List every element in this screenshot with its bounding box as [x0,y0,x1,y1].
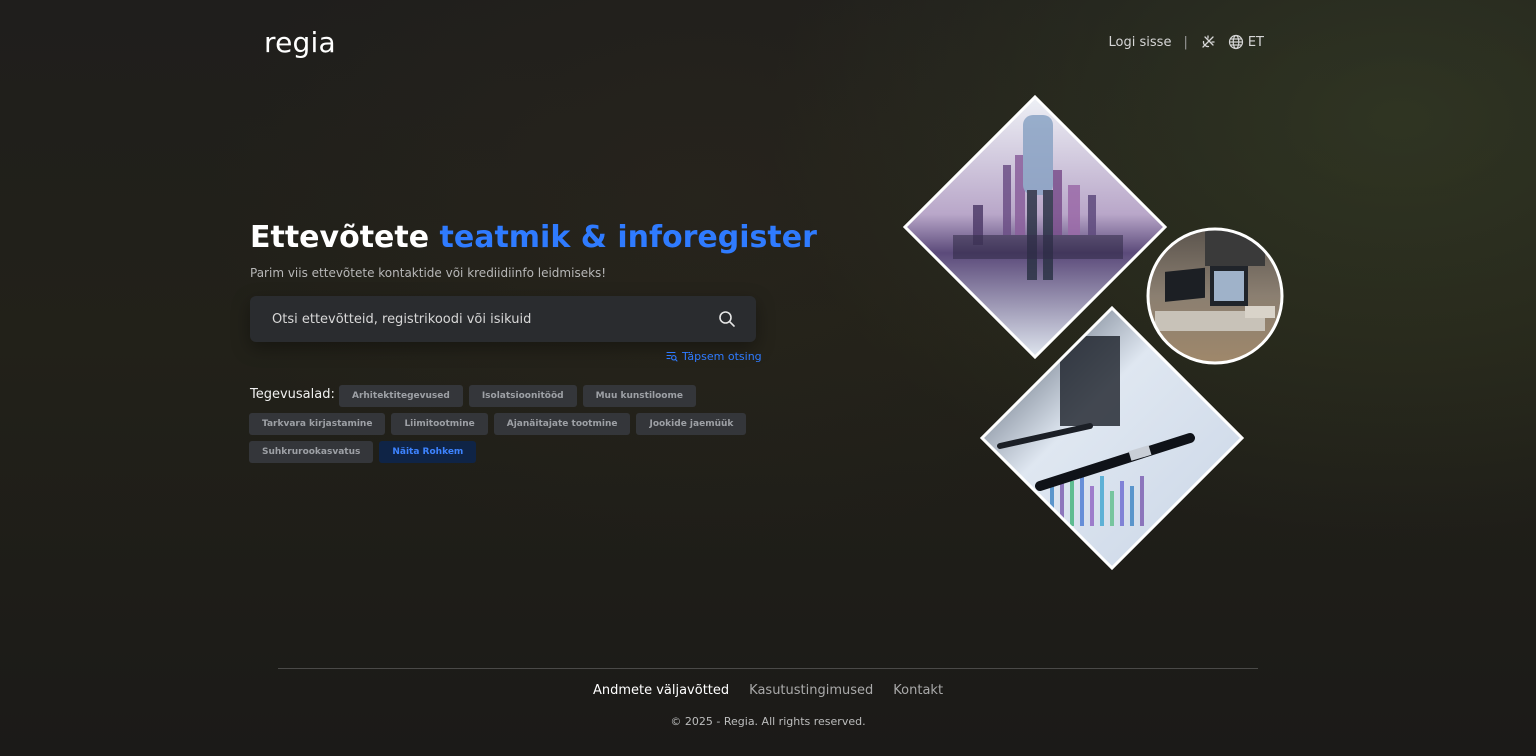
category-chip[interactable]: Tarkvara kirjastamine [249,413,386,435]
title-main: Ettevõtete [250,220,430,255]
category-chip[interactable]: Arhitektitegevused [339,385,463,407]
page-title: Ettevõtete teatmik & inforegister [250,220,817,255]
advanced-search-label: Täpsem otsing [682,350,762,363]
language-label: ET [1247,34,1264,50]
search-input[interactable] [272,311,718,327]
category-chip[interactable]: Jookide jaemüük [636,413,747,435]
title-accent: teatmik & inforegister [439,220,817,255]
header-separator: | [1183,34,1188,50]
category-chip[interactable]: Isolatsioonitööd [468,385,577,407]
category-chip[interactable]: Suhkruroo­kasvatus [249,441,374,463]
search-bar [250,296,756,342]
footer-divider [278,668,1258,669]
footer-link-terms[interactable]: Kasutustingimused [749,683,873,698]
category-chip[interactable]: Liimitootmine [391,413,488,435]
footer-nav: Andmete väljavõtted Kasutustingimused Ko… [0,683,1536,698]
pen-chart-image [979,305,1245,574]
page-subtitle: Parim viis ettevõtete kontaktide või kre… [250,266,607,280]
language-selector[interactable]: ET [1228,34,1264,50]
footer-link-data-extracts[interactable]: Andmete väljavõtted [593,683,729,698]
copyright: © 2025 - Regia. All rights reserved. [670,715,866,728]
advanced-search-link[interactable]: Täpsem otsing [666,350,762,363]
footer-link-contact[interactable]: Kontakt [893,683,943,698]
chips-spacer [249,385,333,407]
globe-icon [1228,34,1243,50]
category-chip[interactable]: Ajanäitajate tootmine [493,413,631,435]
show-more-button[interactable]: Näita Rohkem [379,441,477,463]
category-chip[interactable]: Muu kunstiloome [582,385,696,407]
advanced-search-icon [666,351,678,362]
category-chips: Arhitektitegevused Isolatsioonitööd Muu … [249,385,819,463]
search-icon[interactable] [718,310,736,328]
login-link[interactable]: Logi sisse [1109,35,1172,50]
header-nav: Logi sisse | ET [1109,34,1264,50]
theme-toggle-icon[interactable] [1200,34,1216,50]
logo[interactable]: regia [264,26,336,59]
